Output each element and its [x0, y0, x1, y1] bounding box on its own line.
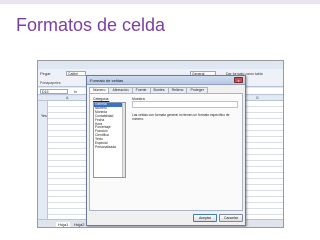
- column-header-a[interactable]: A: [66, 96, 68, 100]
- fx-icon[interactable]: fx: [74, 89, 77, 94]
- category-item[interactable]: Personalizada: [94, 145, 125, 150]
- slide-accent-line: [0, 0, 320, 4]
- category-description: Las celdas con formato general no tienen…: [132, 113, 230, 121]
- sheet-tab-2[interactable]: Hoja2: [74, 222, 84, 227]
- dialog-title: Formato de celdas: [90, 78, 124, 83]
- ribbon-tab-bar[interactable]: [38, 61, 283, 69]
- format-cells-dialog: Formato de celdas x Número Alineación Fu…: [86, 75, 246, 226]
- number-tab-panel: Categoría: General Número Moneda Contabi…: [89, 93, 243, 211]
- category-scrollbar[interactable]: [122, 103, 125, 177]
- category-label: Categoría:: [93, 97, 110, 101]
- ok-button[interactable]: Aceptar: [193, 214, 217, 222]
- cell-value[interactable]: Yes: [41, 114, 47, 118]
- sheet-tab-1[interactable]: Hoja1: [56, 222, 71, 227]
- clipboard-group-label: Portapapeles: [40, 81, 61, 85]
- column-header-g[interactable]: G: [256, 96, 259, 100]
- cancel-button[interactable]: Cancelar: [219, 214, 243, 222]
- category-list[interactable]: General Número Moneda Contabilidad Fecha…: [93, 102, 126, 178]
- font-name-select[interactable]: Calibri: [66, 71, 86, 76]
- close-icon[interactable]: x: [234, 77, 243, 83]
- excel-screenshot: Pegar Calibri General Dar formato como t…: [37, 60, 284, 228]
- dialog-titlebar[interactable]: Formato de celdas x: [87, 76, 245, 85]
- row-headers[interactable]: [38, 101, 48, 219]
- sample-box: [132, 101, 238, 108]
- paste-button[interactable]: Pegar: [40, 71, 51, 76]
- slide-title: Formatos de celda: [16, 15, 166, 35]
- name-box[interactable]: D19: [40, 89, 68, 94]
